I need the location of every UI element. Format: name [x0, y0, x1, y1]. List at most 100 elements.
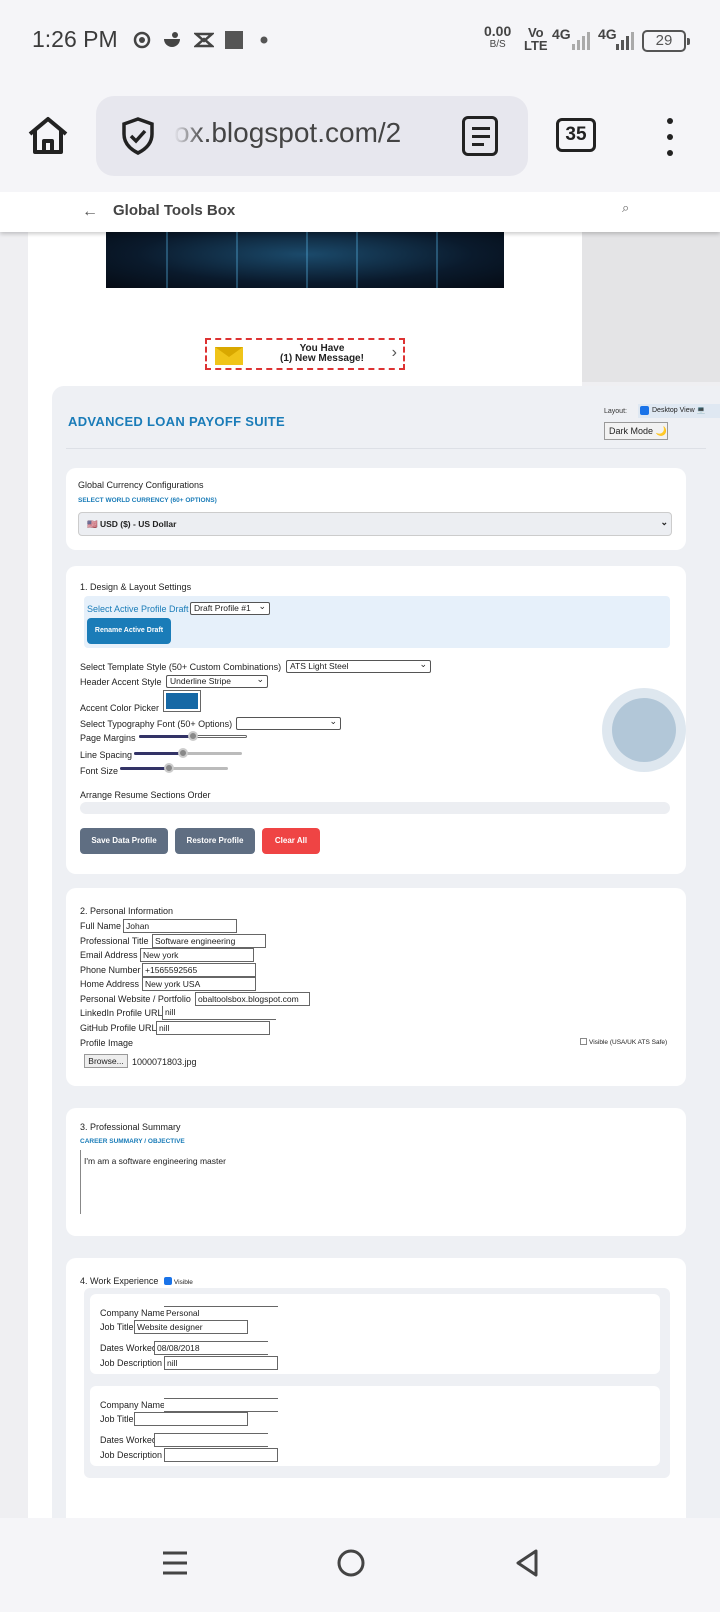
job-description-field[interactable]: nill: [164, 1356, 278, 1370]
email-label: Email Address: [80, 950, 138, 960]
envelope-icon: [215, 347, 243, 365]
github-field[interactable]: nill: [156, 1021, 270, 1035]
line-spacing-slider[interactable]: [134, 748, 242, 758]
template-select[interactable]: ATS Light Steel: [286, 660, 431, 673]
visible-checkbox-icon[interactable]: [163, 1277, 172, 1285]
template-label: Select Template Style (50+ Custom Combin…: [80, 662, 282, 672]
company-label: Company Name: [100, 1400, 166, 1410]
section-order-list[interactable]: [80, 802, 670, 814]
job-title-field[interactable]: [134, 1412, 248, 1426]
tool-title: ADVANCED LOAN PAYOFF SUITE: [68, 414, 286, 429]
website-field[interactable]: obaltoolsbox.blogspot.com: [195, 992, 310, 1006]
email-field[interactable]: New york: [140, 948, 254, 962]
profile-image-label: Profile Image: [80, 1038, 134, 1048]
layout-label: Layout:: [604, 408, 627, 415]
profile-draft-select[interactable]: Draft Profile #1: [190, 602, 270, 615]
new-message-ad[interactable]: You Have (1) New Message! ›: [205, 338, 405, 370]
network-type-2: 4G: [598, 26, 617, 42]
restore-profile-button[interactable]: Restore Profile: [175, 828, 255, 854]
personal-heading: 2. Personal Information: [80, 906, 174, 916]
github-label: GitHub Profile URL: [80, 1023, 157, 1033]
linkedin-field[interactable]: nill: [162, 1006, 276, 1020]
visible-ats-checkbox[interactable]: Visible (USA/UK ATS Safe): [580, 1038, 667, 1046]
company-field[interactable]: [164, 1398, 278, 1412]
status-bar: 1:26 PM 0.00 B/S Vo LTE 4G 4G 29: [0, 0, 720, 80]
phone-field[interactable]: +1565592565: [142, 963, 256, 977]
font-size-slider[interactable]: [120, 763, 228, 773]
currency-card: Global Currency Configurations SELECT WO…: [66, 468, 686, 550]
sync-icon: [133, 31, 151, 49]
currency-heading: Global Currency Configurations: [78, 480, 204, 490]
recent-apps-icon[interactable]: [160, 1548, 190, 1578]
back-nav-icon[interactable]: [512, 1548, 542, 1578]
address-label: Home Address: [80, 979, 140, 989]
save-profile-button[interactable]: Save Data Profile: [80, 828, 168, 854]
company-field[interactable]: Personal: [164, 1306, 278, 1320]
home-nav-icon[interactable]: [336, 1548, 366, 1578]
web-page: ← Global Tools Box ⌕ You Have (1) New Mes…: [0, 192, 720, 1518]
section-order-label: Arrange Resume Sections Order: [80, 790, 211, 800]
app-icon: [194, 32, 214, 48]
tabs-button[interactable]: 35: [556, 118, 596, 152]
reader-mode-icon[interactable]: [462, 116, 498, 156]
chevron-right-icon: ›: [391, 344, 397, 361]
visible-label: Visible: [173, 1279, 193, 1286]
desktop-view-checkbox[interactable]: Desktop View 💻: [638, 404, 720, 418]
work-heading-row: 4. Work Experience Visible: [80, 1276, 193, 1286]
job-description-label: Job Description: [100, 1358, 163, 1368]
job-title-label: Job Title: [100, 1322, 134, 1332]
font-select[interactable]: [236, 717, 341, 730]
personal-info-card: 2. Personal Information Full Name Johan …: [66, 888, 686, 1086]
dates-label: Dates Worked: [100, 1343, 157, 1353]
browse-button[interactable]: Browse...: [84, 1054, 128, 1068]
visible-ats-label: Visible (USA/UK ATS Safe): [589, 1039, 668, 1046]
accent-color-swatch: [166, 693, 198, 709]
summary-heading: 3. Professional Summary: [80, 1122, 181, 1132]
home-icon[interactable]: [26, 114, 70, 158]
browser-toolbar: ox.blogspot.com/2 35: [0, 80, 720, 192]
job-description-field[interactable]: [164, 1448, 278, 1462]
dark-mode-button[interactable]: Dark Mode 🌙: [604, 422, 668, 440]
dates-label: Dates Worked: [100, 1435, 157, 1445]
floating-action-button[interactable]: [602, 688, 686, 772]
header-accent-select[interactable]: Underline Stripe: [166, 675, 268, 688]
phone-label: Phone Number: [80, 965, 141, 975]
address-bar[interactable]: ox.blogspot.com/2: [96, 96, 528, 176]
checkbox-icon: [580, 1038, 587, 1045]
design-card: 1. Design & Layout Settings Select Activ…: [66, 566, 686, 874]
site-title[interactable]: Global Tools Box: [113, 202, 235, 219]
data-rate-unit: B/S: [489, 39, 506, 50]
company-label: Company Name: [100, 1308, 166, 1318]
profile-draft-label: Select Active Profile Draft: [87, 604, 189, 614]
url-text[interactable]: ox.blogspot.com/2: [174, 117, 454, 149]
header-accent-label: Header Accent Style: [80, 677, 162, 687]
professional-title-label: Professional Title: [80, 936, 149, 946]
page-margins-slider[interactable]: [139, 731, 247, 741]
back-arrow-icon[interactable]: ←: [82, 203, 98, 221]
phone-screen: 1:26 PM 0.00 B/S Vo LTE 4G 4G 29 ox.blogsp…: [0, 0, 720, 1612]
summary-caption: CAREER SUMMARY / OBJECTIVE: [80, 1138, 185, 1145]
clear-all-button[interactable]: Clear All: [262, 828, 320, 854]
full-name-label: Full Name: [80, 921, 122, 931]
currency-select[interactable]: 🇺🇸 USD ($) - US Dollar: [78, 512, 672, 536]
address-field[interactable]: New york USA: [142, 977, 256, 991]
rename-draft-button[interactable]: Rename Active Draft: [87, 618, 171, 644]
work-entry: Company Name Job Title Dates Worked Job …: [90, 1386, 660, 1466]
signal-icon: [572, 30, 592, 50]
ad-line-2: (1) New Message!: [280, 353, 364, 364]
dates-field[interactable]: [154, 1433, 268, 1447]
menu-icon[interactable]: [664, 116, 676, 160]
shield-check-icon[interactable]: [118, 116, 158, 156]
work-heading: 4. Work Experience: [80, 1276, 159, 1286]
work-entry: Company Name Personal Job Title Website …: [90, 1294, 660, 1374]
bowl-icon: [164, 32, 180, 47]
dates-field[interactable]: 08/08/2018: [154, 1341, 268, 1355]
accent-color-picker[interactable]: [163, 690, 201, 712]
job-title-field[interactable]: Website designer: [134, 1320, 248, 1334]
full-name-field[interactable]: Johan: [123, 919, 237, 933]
summary-textarea[interactable]: I'm am a software engineering master: [80, 1150, 672, 1214]
professional-title-field[interactable]: Software engineering: [152, 934, 266, 948]
left-margin: [0, 232, 28, 1518]
search-icon[interactable]: ⌕: [622, 200, 629, 216]
job-description-label: Job Description: [100, 1450, 163, 1460]
